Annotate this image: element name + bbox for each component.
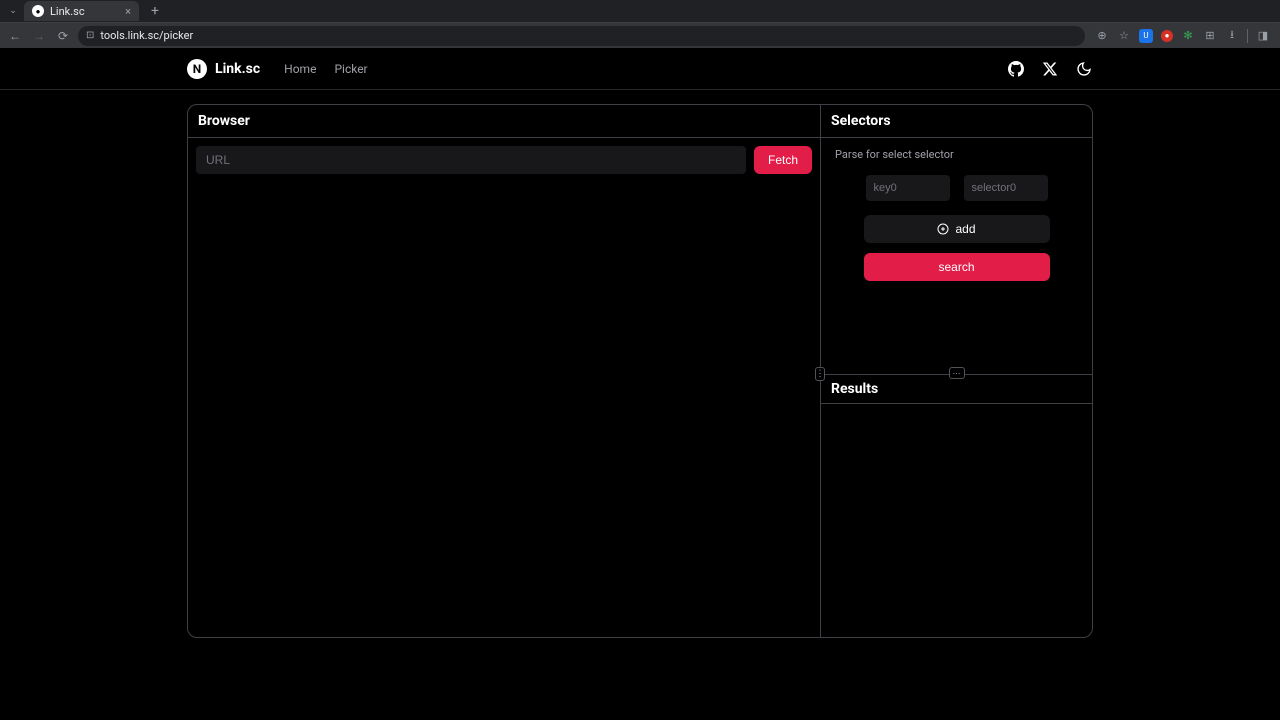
resize-handle-vertical[interactable]: ⋯ — [949, 367, 965, 379]
address-bar: ← → ⟳ ⊡ tools.link.sc/picker ⊕ ☆ U ● ✻ ⊞… — [0, 22, 1280, 48]
nav-link-home[interactable]: Home — [284, 62, 316, 76]
selectors-hint: Parse for select selector — [835, 148, 1078, 161]
extensions-puzzle-icon[interactable]: ⊞ — [1203, 29, 1217, 43]
selector-value-input[interactable] — [964, 175, 1048, 201]
add-button[interactable]: add — [864, 215, 1050, 243]
search-button[interactable]: search — [864, 253, 1050, 281]
browser-tab[interactable]: ● Link.sc × — [24, 1, 139, 21]
github-icon[interactable] — [1007, 60, 1025, 78]
x-twitter-icon[interactable] — [1041, 60, 1059, 78]
tab-strip: ⌄ ● Link.sc × + — [0, 0, 1280, 22]
extension-green-icon[interactable]: ✻ — [1181, 29, 1195, 43]
add-button-label: add — [955, 222, 975, 236]
zoom-icon[interactable]: ⊕ — [1095, 29, 1109, 43]
theme-toggle-icon[interactable] — [1075, 60, 1093, 78]
selectors-body: Parse for select selector add search — [821, 138, 1092, 291]
page-content: N Link.sc Home Picker Brow — [0, 48, 1280, 720]
fetch-button[interactable]: Fetch — [754, 146, 812, 174]
nav-link-picker[interactable]: Picker — [334, 62, 367, 76]
results-panel: Results — [821, 375, 1092, 637]
extension-icons: ⊕ ☆ U ● ✻ ⊞ ⭳ ◨ — [1091, 29, 1274, 43]
logo-icon: N — [187, 59, 207, 79]
top-nav: N Link.sc Home Picker — [0, 48, 1280, 90]
brand[interactable]: N Link.sc — [187, 59, 260, 79]
brand-text: Link.sc — [215, 61, 260, 77]
browser-chrome: ⌄ ● Link.sc × + ← → ⟳ ⊡ tools.link.sc/pi… — [0, 0, 1280, 48]
selector-key-input[interactable] — [866, 175, 950, 201]
new-tab-button[interactable]: + — [145, 1, 165, 21]
nav-right — [1007, 60, 1093, 78]
right-column: Selectors Parse for select selector add … — [821, 104, 1093, 638]
site-info-icon[interactable]: ⊡ — [86, 30, 94, 41]
results-panel-title: Results — [821, 375, 1092, 404]
selectors-panel: Selectors Parse for select selector add … — [821, 105, 1092, 375]
reload-button[interactable]: ⟳ — [54, 27, 72, 45]
browser-body: Fetch — [188, 138, 820, 182]
forward-button[interactable]: → — [30, 27, 48, 45]
close-icon[interactable]: × — [125, 5, 131, 18]
extension-shield-icon[interactable]: U — [1139, 29, 1153, 43]
selectors-panel-title: Selectors — [821, 105, 1092, 138]
plus-circle-icon — [937, 223, 949, 235]
url-input[interactable] — [196, 146, 746, 174]
browser-panel: Browser Fetch — [187, 104, 821, 638]
tabs-dropdown-icon[interactable]: ⌄ — [6, 4, 20, 18]
tab-title: Link.sc — [50, 5, 85, 18]
url-text: tools.link.sc/picker — [100, 29, 193, 42]
separator — [1247, 29, 1248, 43]
favicon-icon: ● — [32, 5, 44, 17]
sidepanel-icon[interactable]: ◨ — [1256, 29, 1270, 43]
bookmark-icon[interactable]: ☆ — [1117, 29, 1131, 43]
main-panels: Browser Fetch Selectors Parse for select… — [187, 104, 1093, 638]
browser-panel-title: Browser — [188, 105, 820, 138]
back-button[interactable]: ← — [6, 27, 24, 45]
nav-links: Home Picker — [284, 62, 367, 76]
selector-row — [835, 175, 1078, 201]
omnibox[interactable]: ⊡ tools.link.sc/picker — [78, 26, 1085, 46]
resize-handle-horizontal[interactable]: ⋮ — [815, 367, 825, 381]
downloads-icon[interactable]: ⭳ — [1225, 29, 1239, 43]
extension-adblock-icon[interactable]: ● — [1161, 30, 1173, 42]
